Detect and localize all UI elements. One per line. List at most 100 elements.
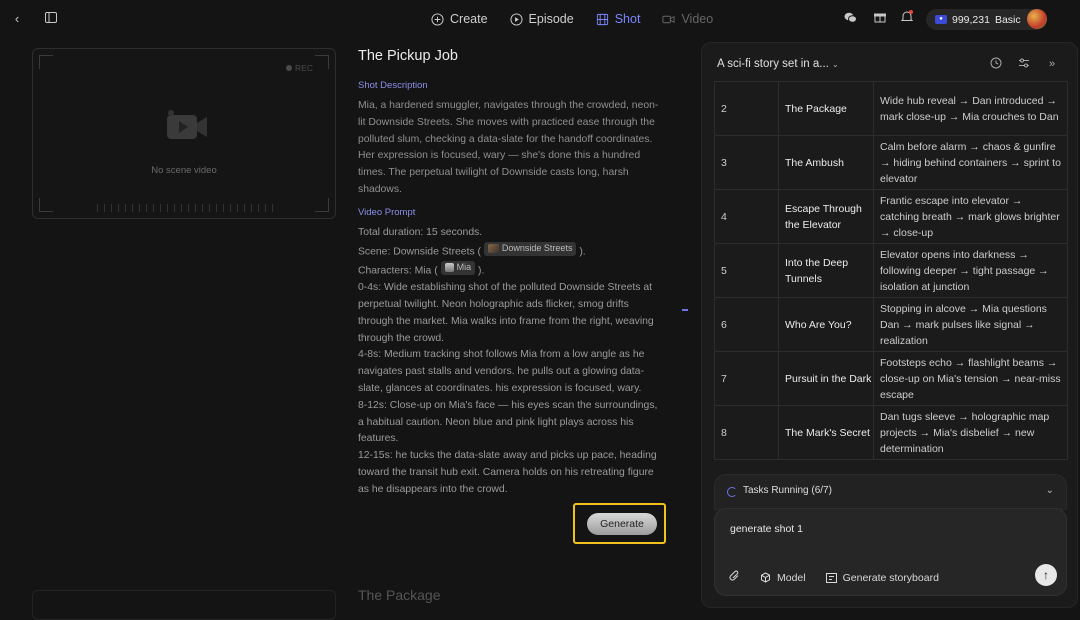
shot-row-title: Pursuit in the Dark (778, 351, 874, 406)
sidebar-toggle-icon[interactable] (42, 10, 60, 28)
frame-corner (39, 55, 53, 69)
scene-suffix: ). (579, 246, 586, 258)
tab-create[interactable]: Create (420, 0, 499, 38)
model-button[interactable]: Model (760, 572, 806, 584)
shot-number: 6 (714, 297, 779, 352)
shot-row-summary: Wide hub reveal → Dan introduced → mark … (873, 81, 1068, 136)
story-title: A sci-fi story set in a... (717, 58, 829, 70)
attach-icon[interactable] (729, 570, 740, 585)
tasks-running-bar[interactable]: Tasks Running (6/7) ⌄ (714, 474, 1067, 510)
shot-list-table: 2 The Package Wide hub reveal → Dan intr… (714, 81, 1068, 460)
character-chip[interactable]: Mia (440, 260, 476, 275)
shot-number: 5 (714, 243, 779, 298)
shot-row-summary: Elevator opens into darkness → following… (873, 243, 1068, 298)
characters-suffix: ). (477, 265, 485, 277)
settings-sliders-icon[interactable] (1017, 57, 1031, 71)
generate-button[interactable]: Generate (587, 513, 657, 535)
tab-label: Shot (614, 12, 641, 26)
tab-shot[interactable]: Shot (585, 0, 652, 38)
storyboard-icon (825, 572, 837, 583)
video-preview: REC No scene video (32, 48, 336, 219)
video-icon (662, 15, 675, 23)
generate-highlight: Generate (573, 503, 666, 544)
avatar[interactable] (1027, 9, 1047, 29)
table-row[interactable]: 3 The Ambush Calm before alarm → chaos &… (714, 135, 1068, 190)
prompt-scene: Scene: Downside Streets ( Downside Stree… (358, 241, 663, 261)
cube-icon (761, 572, 770, 583)
scene-thumbnail-icon (487, 244, 499, 254)
tasks-running-label: Tasks Running (6/7) (743, 485, 832, 496)
prompt-beat: 12-15s: he tucks the data-slate away and… (358, 450, 657, 495)
character-chip-label: Mia (456, 262, 472, 273)
scene-prefix: Scene: Downside Streets ( (358, 246, 482, 258)
spinner-icon (727, 487, 737, 497)
collapse-panel-icon[interactable]: » (1045, 57, 1059, 71)
frame-corner (315, 198, 329, 212)
table-row[interactable]: 5 Into the Deep Tunnels Elevator opens i… (714, 243, 1068, 298)
tab-episode[interactable]: Episode (499, 0, 585, 38)
composer-toolbar: Model Generate storyboard (729, 570, 939, 585)
next-shot-preview (32, 590, 336, 620)
prompt-duration: Total duration: 15 seconds. (358, 226, 483, 238)
back-chevron-icon[interactable]: ‹ (8, 10, 26, 28)
table-row[interactable]: 6 Who Are You? Stopping in alcove → Mia … (714, 297, 1068, 352)
chat-history-icon[interactable] (989, 57, 1003, 71)
plus-circle-icon (431, 12, 444, 26)
tab-label: Create (450, 12, 488, 26)
storyboard-label: Generate storyboard (842, 571, 939, 584)
chevron-down-icon[interactable]: ⌄ (1046, 485, 1054, 496)
shot-number: 2 (714, 81, 779, 136)
rec-indicator: REC (286, 63, 313, 73)
top-bar: ‹ Create Episode Shot Video ● 999,231 Ba… (0, 0, 1080, 38)
table-row[interactable]: 2 The Package Wide hub reveal → Dan intr… (714, 81, 1068, 136)
tab-video[interactable]: Video (651, 0, 724, 38)
episode-icon (509, 12, 523, 26)
shot-row-title: The Ambush (778, 135, 874, 190)
credit-icon: ● (935, 15, 947, 24)
shot-description-label: Shot Description (358, 80, 428, 91)
credits-value: 999,231 (952, 13, 990, 26)
shot-number: 8 (714, 405, 779, 460)
shot-row-title: Who Are You? (778, 297, 874, 352)
shot-row-title: Escape Through the Elevator (778, 189, 874, 244)
no-video-label: No scene video (151, 165, 217, 176)
story-panel: A sci-fi story set in a... ⌄ » 2 The Pac… (701, 42, 1078, 608)
generate-storyboard-button[interactable]: Generate storyboard (825, 571, 939, 584)
table-row[interactable]: 4 Escape Through the Elevator Frantic es… (714, 189, 1068, 244)
shot-row-summary: Footsteps echo → flashlight beams → clos… (873, 351, 1068, 406)
shot-row-summary: Calm before alarm → chaos & gunfire → hi… (873, 135, 1068, 190)
shot-number: 3 (714, 135, 779, 190)
shot-row-title: Into the Deep Tunnels (778, 243, 874, 298)
film-icon (596, 13, 608, 25)
video-prompt[interactable]: Total duration: 15 seconds. Scene: Downs… (358, 225, 663, 499)
collapse-divider-icon[interactable] (682, 309, 688, 311)
chevron-down-icon: ⌄ (832, 60, 839, 69)
bell-icon[interactable] (898, 10, 916, 28)
panel-actions: » (989, 57, 1059, 71)
plan-label: Basic (994, 13, 1021, 26)
video-camera-icon (167, 110, 207, 139)
character-avatar-icon (444, 263, 454, 273)
shot-row-summary: Stopping in alcove → Mia questions Dan →… (873, 297, 1068, 352)
shot-row-summary: Dan tugs sleeve → holographic map projec… (873, 405, 1068, 460)
characters-prefix: Characters: Mia ( (358, 265, 438, 277)
send-button[interactable]: ↑ (1035, 564, 1057, 586)
shot-title: The Pickup Job (358, 48, 458, 64)
shot-row-summary: Frantic escape into elevator → catching … (873, 189, 1068, 244)
prompt-beat: 8-12s: Close-up on Mia's face — his eyes… (358, 399, 658, 445)
scene-chip[interactable]: Downside Streets (483, 241, 577, 256)
chat-composer[interactable]: generate shot 1 Model Generate storyboar… (714, 508, 1067, 596)
gift-icon[interactable] (871, 10, 889, 28)
frame-corner (315, 55, 329, 69)
prompt-beat: 4-8s: Medium tracking shot follows Mia f… (358, 349, 645, 394)
timeline-ticks (97, 204, 273, 212)
story-selector[interactable]: A sci-fi story set in a... ⌄ (717, 58, 839, 70)
model-label: Model (777, 571, 806, 584)
tab-bar: Create Episode Shot Video (420, 0, 724, 38)
composer-input[interactable]: generate shot 1 (730, 523, 803, 535)
tab-label: Episode (528, 12, 574, 26)
table-row[interactable]: 7 Pursuit in the Dark Footsteps echo → f… (714, 351, 1068, 406)
next-shot-title: The Package (358, 587, 441, 603)
table-row[interactable]: 8 The Mark's Secret Dan tugs sleeve → ho… (714, 405, 1068, 460)
wechat-icon[interactable] (841, 10, 859, 28)
